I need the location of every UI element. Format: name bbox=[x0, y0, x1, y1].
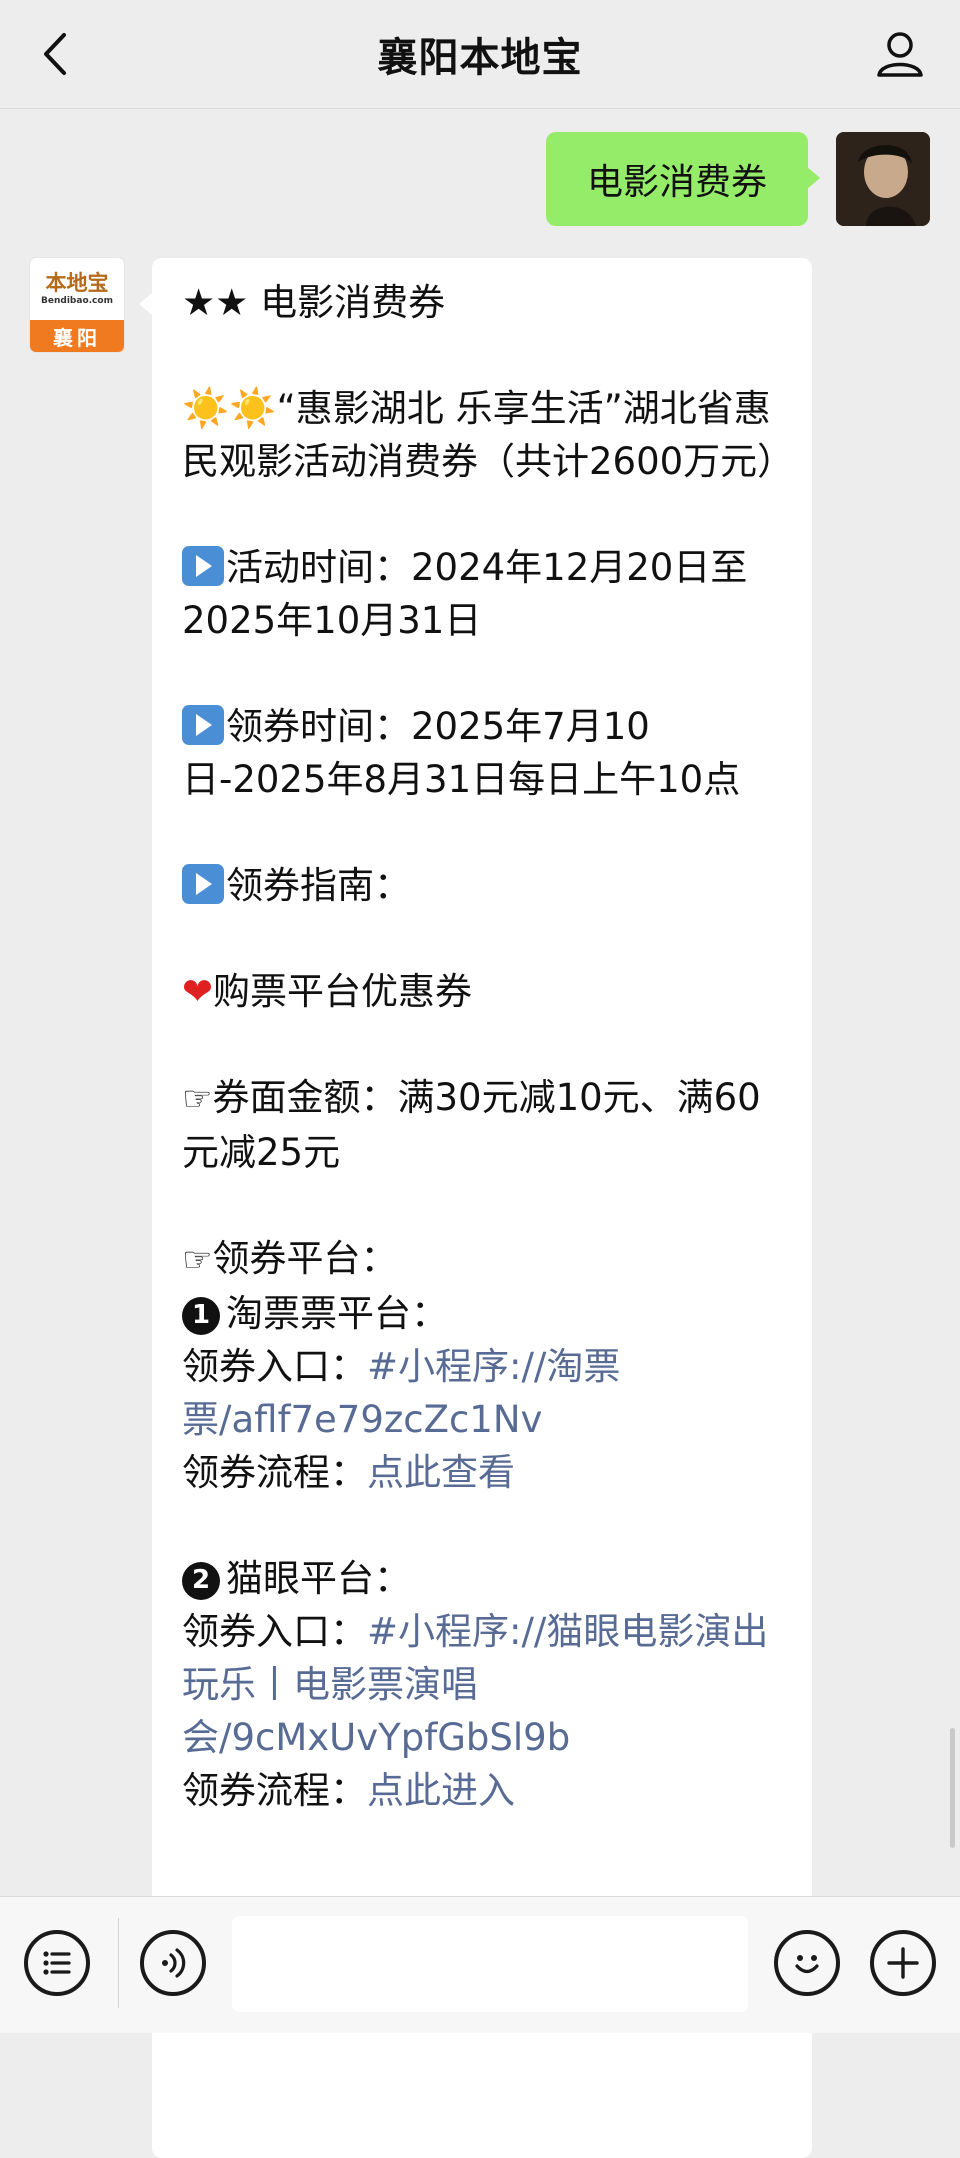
claim-time-line: 领券时间：2025年7月10日-2025年8月31日每日上午10点 bbox=[182, 700, 792, 806]
guide-line: 领券指南： bbox=[182, 859, 792, 912]
message-title: ★★ 电影消费券 bbox=[182, 281, 446, 324]
scrollbar[interactable] bbox=[950, 1728, 955, 1848]
platform-2-flow-link[interactable]: 点此进入 bbox=[367, 1769, 515, 1812]
list-icon bbox=[43, 1951, 71, 1975]
platform-2-entry-line: 领券入口：#小程序://猫眼电影演出玩乐丨电影票演唱会/9cMxUvYpfGbS… bbox=[182, 1605, 792, 1764]
logo-city-text: 襄阳 bbox=[30, 320, 124, 352]
platform-1-flow-line: 领券流程：点此查看 bbox=[182, 1446, 792, 1499]
chat-title: 襄阳本地宝 bbox=[377, 35, 583, 81]
play-icon bbox=[182, 546, 224, 586]
voice-icon bbox=[162, 1948, 186, 1978]
user-avatar-image bbox=[836, 132, 930, 226]
coupon-amount-line: ☞券面金额：满30元减10元、满60元减25元 bbox=[182, 1071, 792, 1179]
platforms-label-line: ☞领券平台： bbox=[182, 1232, 792, 1287]
emoji-icon bbox=[795, 1955, 819, 1974]
platform-coupon-line: ❤购票平台优惠券 bbox=[182, 965, 792, 1018]
chevron-left-icon bbox=[44, 33, 66, 75]
platform-coupon-text: 购票平台优惠券 bbox=[213, 970, 473, 1013]
platform-1-flow-label: 领券流程： bbox=[182, 1451, 367, 1494]
platform-2-name-line: 2 猫眼平台： bbox=[182, 1552, 792, 1605]
person-icon bbox=[877, 32, 923, 77]
bendibao-avatar[interactable]: 本地宝 Bendibao.com 襄阳 bbox=[30, 258, 124, 352]
platform-1-entry-line: 领券入口：#小程序://淘票票/aflf7e79zcZc1Nv bbox=[182, 1340, 792, 1446]
number-1-icon: 1 bbox=[182, 1296, 220, 1335]
platform-1-entry-label: 领券入口： bbox=[182, 1345, 367, 1388]
logo-main-text: 本地宝 bbox=[45, 270, 109, 295]
message-input[interactable] bbox=[232, 1916, 748, 2012]
platform-1-flow-link[interactable]: 点此查看 bbox=[367, 1451, 515, 1494]
sent-message-text: 电影消费券 bbox=[586, 162, 767, 203]
coupon-amount-text: 券面金额：满30元减10元、满60元减25元 bbox=[182, 1076, 761, 1174]
plus-button[interactable] bbox=[870, 1930, 936, 1996]
intro-paragraph: ☀️☀️“惠影湖北 乐享生活”湖北省惠民观影活动消费券（共计2600万元） bbox=[182, 382, 794, 488]
voice-button[interactable] bbox=[140, 1930, 206, 1996]
plus-icon bbox=[887, 1947, 919, 1979]
pointing-hand-icon: ☞ bbox=[182, 1240, 213, 1280]
back-button[interactable] bbox=[30, 28, 80, 80]
activity-time-line: 活动时间：2024年12月20日至2025年10月31日 bbox=[182, 541, 792, 647]
sun-icon: ☀️☀️ bbox=[182, 386, 277, 430]
input-bar-divider bbox=[118, 1918, 119, 2008]
menu-button[interactable] bbox=[24, 1930, 90, 1996]
user-avatar[interactable] bbox=[836, 132, 930, 226]
pointing-hand-icon: ☞ bbox=[182, 1079, 213, 1119]
logo-site-text: Bendibao.com bbox=[41, 296, 113, 306]
platform-2-flow-line: 领券流程：点此进入 bbox=[182, 1764, 792, 1817]
chat-header: 襄阳本地宝 bbox=[0, 0, 960, 109]
heart-icon: ❤ bbox=[182, 970, 214, 1013]
play-icon bbox=[182, 705, 224, 745]
platform-2-flow-label: 领券流程： bbox=[182, 1769, 367, 1812]
platform-2-name: 猫眼平台： bbox=[226, 1557, 411, 1600]
play-icon bbox=[182, 864, 224, 904]
number-2-icon: 2 bbox=[182, 1561, 220, 1600]
received-bubble-tail bbox=[139, 292, 153, 316]
sent-message-bubble[interactable]: 电影消费券 bbox=[546, 132, 808, 226]
emoji-button[interactable] bbox=[774, 1930, 840, 1996]
platform-1-name-line: 1 淘票票平台： bbox=[182, 1287, 792, 1340]
platform-2-entry-label: 领券入口： bbox=[182, 1610, 367, 1653]
claim-time-text: 领券时间：2025年7月10日-2025年8月31日每日上午10点 bbox=[182, 705, 741, 801]
sent-bubble-tail bbox=[806, 166, 820, 190]
received-message-content: ★★ 电影消费券 ☀️☀️“惠影湖北 乐享生活”湖北省惠民观影活动消费券（共计2… bbox=[182, 276, 794, 1817]
guide-text: 领券指南： bbox=[226, 864, 411, 907]
platform-1-name: 淘票票平台： bbox=[226, 1292, 448, 1335]
profile-button[interactable] bbox=[870, 24, 930, 84]
activity-time-text: 活动时间：2024年12月20日至2025年10月31日 bbox=[182, 546, 748, 642]
platforms-label-text: 领券平台： bbox=[212, 1237, 398, 1280]
